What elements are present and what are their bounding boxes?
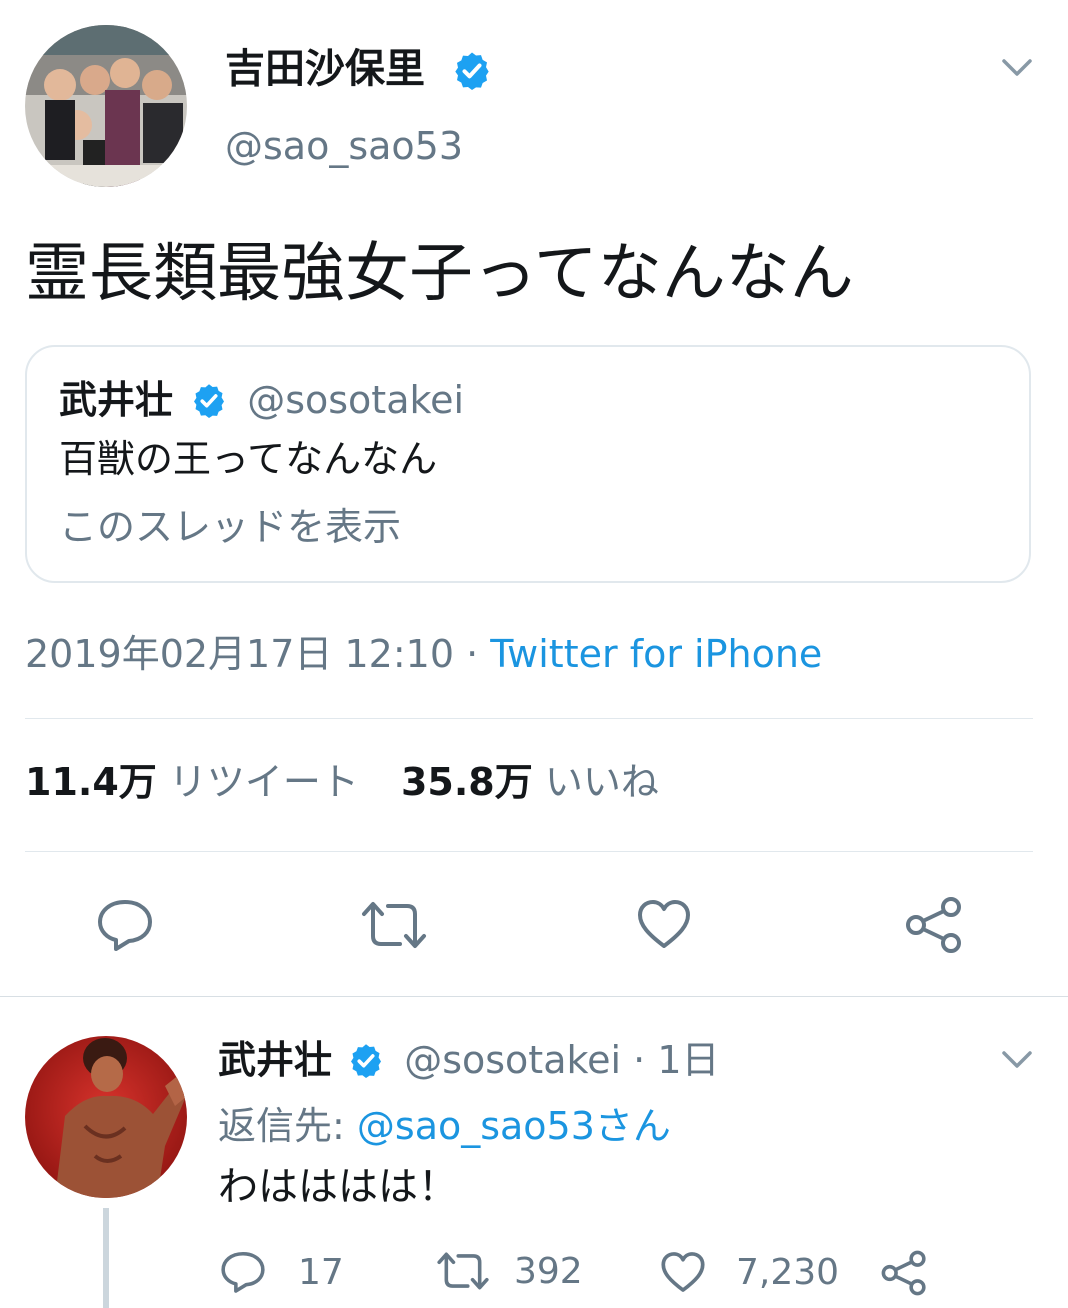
author-avatar[interactable] — [25, 25, 187, 187]
author-name[interactable]: 吉田沙保里 — [225, 44, 425, 94]
reply-icon — [98, 900, 152, 951]
reply-like-count: 7,230 — [736, 1251, 840, 1293]
heart-icon — [638, 900, 690, 948]
reply-to-handle-link[interactable]: @sao_sao53さん — [357, 1104, 671, 1148]
quoted-tweet-card[interactable]: 武井壮 @sosotakei 百獣の王ってなんなん このスレッドを表示 — [25, 345, 1031, 583]
retweet-icon — [437, 1252, 489, 1290]
quoted-tweet-text: 百獣の王ってなんなん — [59, 437, 438, 481]
reply-share-button[interactable] — [880, 1250, 928, 1296]
share-icon — [906, 897, 961, 953]
retweet-icon — [362, 902, 426, 948]
share-button[interactable] — [904, 896, 964, 954]
reply-button[interactable] — [96, 898, 154, 952]
reply-menu-chevron-down-icon[interactable] — [1000, 1048, 1034, 1072]
share-icon — [881, 1250, 926, 1296]
retweet-label: リツイート — [168, 760, 359, 804]
author-handle[interactable]: @sao_sao53 — [225, 122, 463, 170]
reply-icon — [221, 1251, 265, 1293]
show-thread-link[interactable]: このスレッドを表示 — [59, 503, 401, 551]
retweet-count: 11.4万 — [25, 760, 157, 804]
reply-author-name[interactable]: 武井壮 — [218, 1038, 332, 1082]
verified-badge-icon — [191, 382, 227, 418]
retweet-button[interactable] — [360, 900, 428, 950]
tweet-text: 霊長類最強女子ってなんなん — [25, 237, 854, 311]
reply-reply-count: 17 — [298, 1251, 344, 1293]
reply-age: · 1日 — [621, 1038, 720, 1082]
reply-author-handle[interactable]: @sosotakei — [404, 1038, 621, 1082]
thread-connector-line — [103, 1208, 109, 1308]
reply-author-avatar[interactable] — [25, 1036, 187, 1198]
verified-badge-icon — [452, 50, 492, 90]
quoted-author-handle: @sosotakei — [247, 378, 465, 422]
tweet-menu-chevron-down-icon[interactable] — [1000, 56, 1034, 80]
reply-retweet-button[interactable]: 392 — [436, 1250, 583, 1292]
divider — [25, 718, 1033, 719]
reply-retweet-count: 392 — [514, 1250, 583, 1292]
like-label: いいね — [544, 760, 659, 804]
reply-text: わはははは！ — [218, 1164, 458, 1210]
verified-badge-icon — [348, 1042, 384, 1078]
divider — [25, 851, 1033, 852]
retweet-stats[interactable]: 11.4万 リツイート — [25, 760, 371, 804]
tweet-timestamp[interactable]: 2019年02月17日 12:10 · — [25, 632, 490, 676]
like-stats[interactable]: 35.8万 いいね — [401, 760, 659, 804]
reply-reply-button[interactable]: 17 — [220, 1250, 344, 1294]
reply-to-prefix: 返信先: — [218, 1104, 357, 1148]
like-count: 35.8万 — [400, 760, 533, 804]
like-button[interactable] — [636, 898, 692, 950]
tweet-source-link[interactable]: Twitter for iPhone — [490, 632, 822, 676]
quoted-author-name: 武井壮 — [59, 378, 174, 422]
heart-icon — [661, 1252, 705, 1292]
reply-like-button[interactable]: 7,230 — [660, 1250, 839, 1294]
section-divider — [0, 996, 1068, 997]
